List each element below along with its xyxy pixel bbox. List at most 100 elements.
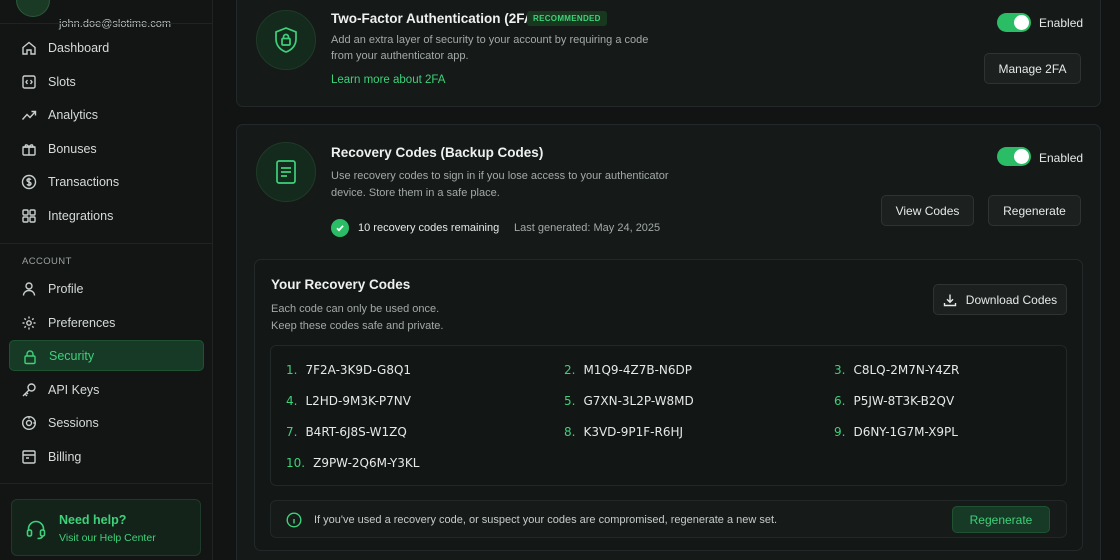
sidebar-item-security[interactable]: Security	[9, 340, 204, 371]
shield-lock-icon	[275, 27, 297, 53]
code-number: 5.	[564, 394, 576, 408]
codes-panel-title: Your Recovery Codes	[271, 277, 411, 292]
code-value: Z9PW-2Q6M-Y3KL	[313, 456, 420, 470]
code-number: 2.	[564, 363, 576, 377]
sidebar-item-integrations[interactable]: Integrations	[9, 200, 204, 231]
code-number: 8.	[564, 425, 576, 439]
gear-icon	[22, 316, 36, 330]
notice-regenerate-button[interactable]: Regenerate	[952, 506, 1050, 533]
sessions-icon	[21, 415, 37, 431]
download-codes-label: Download Codes	[965, 292, 1058, 307]
avatar[interactable]	[16, 0, 50, 17]
notice-text: If you've used a recovery code, or suspe…	[314, 514, 778, 526]
sidebar-item-profile[interactable]: Profile	[9, 273, 204, 304]
recovery-codes-panel: Your Recovery Codes Each code can only b…	[254, 259, 1083, 551]
code-value: K3VD-9P1F-R6HJ	[583, 425, 684, 439]
lock-icon	[24, 350, 36, 365]
sidebar-item-label: API Keys	[48, 382, 100, 397]
code-value: G7XN-3L2P-W8MD	[583, 394, 694, 408]
grid-icon	[22, 209, 36, 223]
two-factor-toggle[interactable]	[997, 13, 1031, 32]
sidebar-item-label: Transactions	[48, 174, 120, 189]
sidebar-item-label: Slots	[48, 74, 76, 89]
section-label-account: ACCOUNT	[22, 256, 72, 267]
learn-more-2fa-link[interactable]: Learn more about 2FA	[331, 74, 445, 86]
sidebar-item-billing[interactable]: Billing	[9, 441, 204, 472]
help-center-link[interactable]: Visit our Help Center	[59, 532, 156, 544]
codes-panel-desc-line1: Each code can only be used once.	[271, 303, 440, 315]
recovery-code[interactable]: 5. G7XN-3L2P-W8MD	[564, 394, 694, 408]
check-icon	[331, 219, 349, 237]
document-badge	[256, 142, 316, 202]
code-number: 9.	[834, 425, 846, 439]
two-factor-desc-line1: Add an extra layer of security to your a…	[331, 34, 649, 46]
document-icon	[276, 160, 296, 184]
recovery-code[interactable]: 8. K3VD-9P1F-R6HJ	[564, 425, 683, 439]
sidebar-item-label: Bonuses	[48, 141, 97, 156]
sidebar-item-label: Integrations	[48, 208, 114, 223]
code-number: 6.	[834, 394, 846, 408]
two-factor-title: Two-Factor Authentication (2FA)	[331, 11, 538, 26]
code-icon	[22, 75, 36, 89]
sidebar-item-bonuses[interactable]: Bonuses	[9, 133, 204, 164]
download-icon	[943, 294, 956, 306]
sidebar-item-slots[interactable]: Slots	[9, 66, 204, 97]
recovery-code[interactable]: 3. C8LQ-2M7N-Y4ZR	[834, 363, 959, 377]
codes-remaining: 10 recovery codes remaining	[358, 222, 500, 234]
divider	[0, 23, 213, 24]
code-value: D6NY-1G7M-X9PL	[853, 425, 958, 439]
sidebar-item-label: Security	[49, 348, 95, 363]
recovery-code[interactable]: 2. M1Q9-4Z7B-N6DP	[564, 363, 692, 377]
sidebar-item-label: Billing	[48, 449, 82, 464]
code-number: 10.	[286, 456, 306, 470]
recovery-code[interactable]: 4. L2HD-9M3K-P7NV	[286, 394, 411, 408]
recovery-code[interactable]: 6. P5JW-8T3K-B2QV	[834, 394, 954, 408]
info-icon	[286, 512, 302, 528]
codes-grid: 1. 7F2A-3K9D-G8Q1 2. M1Q9-4Z7B-N6DP 3. C8LQ…	[270, 345, 1067, 486]
code-value: 7F2A-3K9D-G8Q1	[305, 363, 412, 377]
regenerate-notice: If you've used a recovery code, or suspe…	[270, 500, 1067, 538]
dollar-icon	[21, 174, 37, 190]
sidebar-item-label: Preferences	[48, 315, 116, 330]
last-generated: Last generated: May 24, 2025	[514, 222, 661, 234]
recovery-code[interactable]: 7. B4RT-6J8S-W1ZQ	[286, 425, 407, 439]
divider	[0, 483, 213, 484]
code-value: C8LQ-2M7N-Y4ZR	[853, 363, 960, 377]
sidebar-item-transactions[interactable]: Transactions	[9, 166, 204, 197]
recovery-code[interactable]: 1. 7F2A-3K9D-G8Q1	[286, 363, 411, 377]
regenerate-button[interactable]: Regenerate	[988, 195, 1081, 226]
download-codes-button[interactable]: Download Codes	[933, 284, 1067, 315]
sidebar-item-label: Analytics	[48, 107, 99, 122]
code-number: 1.	[286, 363, 298, 377]
help-title: Need help?	[59, 513, 127, 527]
key-icon	[22, 383, 36, 397]
recovery-code[interactable]: 10. Z9PW-2Q6M-Y3KL	[286, 456, 419, 470]
help-card[interactable]: Need help? Visit our Help Center	[11, 499, 201, 556]
recovery-desc-line1: Use recovery codes to sign in if you los…	[331, 170, 669, 182]
recovery-toggle-label: Enabled	[1039, 151, 1084, 165]
code-number: 4.	[286, 394, 298, 408]
recovery-codes-title: Recovery Codes (Backup Codes)	[331, 145, 544, 160]
sidebar-item-sessions[interactable]: Sessions	[9, 407, 204, 438]
headset-icon	[26, 520, 46, 540]
shield-badge	[256, 10, 316, 70]
sidebar-item-label: Profile	[48, 281, 84, 296]
two-factor-desc-line2: from your authenticator app.	[331, 50, 469, 62]
sidebar-item-api-keys[interactable]: API Keys	[9, 374, 204, 405]
view-codes-button[interactable]: View Codes	[881, 195, 974, 226]
user-email: john.doe@slotime.com	[59, 18, 172, 30]
code-number: 7.	[286, 425, 298, 439]
sidebar-item-analytics[interactable]: Analytics	[9, 99, 204, 130]
user-row[interactable]	[16, 0, 50, 18]
code-value: M1Q9-4Z7B-N6DP	[583, 363, 692, 377]
sidebar-item-label: Sessions	[48, 415, 99, 430]
sidebar-item-dashboard[interactable]: Dashboard	[9, 32, 204, 63]
sidebar: john.doe@slotime.com Dashboard Slots Ana…	[0, 0, 213, 560]
code-number: 3.	[834, 363, 846, 377]
recovery-code[interactable]: 9. D6NY-1G7M-X9PL	[834, 425, 958, 439]
manage-2fa-button[interactable]: Manage 2FA	[984, 53, 1081, 84]
two-factor-card: Two-Factor Authentication (2FA) RECOMMEN…	[236, 0, 1101, 107]
sidebar-item-preferences[interactable]: Preferences	[9, 307, 204, 338]
recovery-toggle[interactable]	[997, 147, 1031, 166]
trend-icon	[21, 110, 37, 120]
